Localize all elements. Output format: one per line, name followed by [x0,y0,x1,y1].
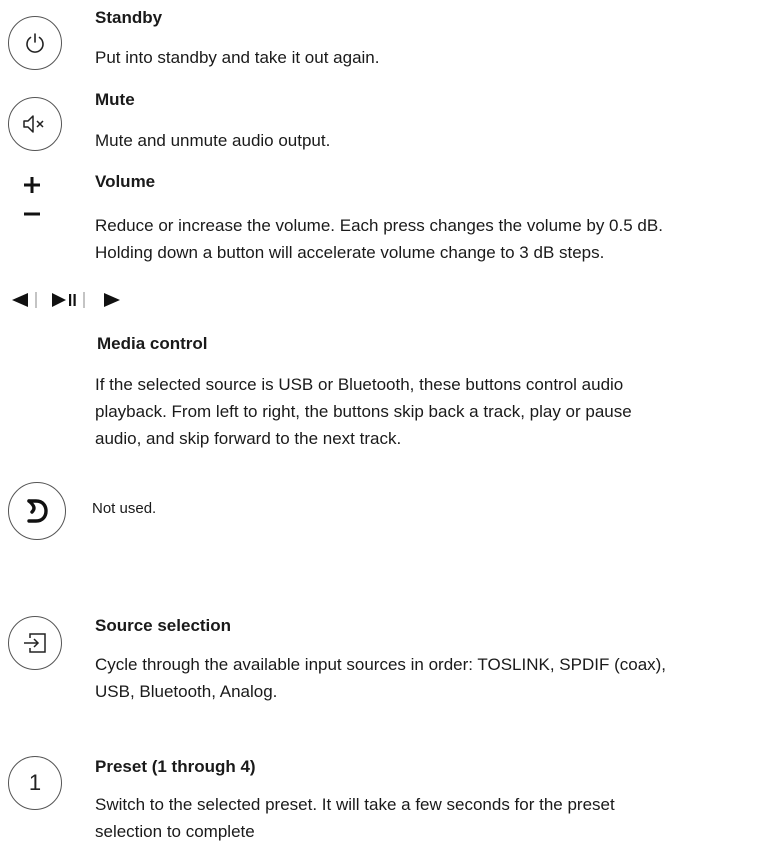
standby-heading: Standby [95,8,163,27]
remote-control-manual: Standby Put into standby and take it out… [0,0,774,850]
mute-description: Mute and unmute audio output. [95,131,331,150]
preset-line-1: Switch to the selected preset. It will t… [95,795,615,814]
plus-icon [24,177,40,193]
skip-forward-icon [104,293,120,307]
play-pause-icon [52,292,85,308]
unused-description: Not used. [92,500,157,517]
preset-button: 1 [8,756,62,810]
mute-button [8,97,62,151]
skip-back-icon [12,292,37,308]
minus-icon [24,212,40,216]
source-button [8,616,62,670]
volume-line-1: Reduce or increase the volume. Each pres… [95,216,663,235]
media-line-2: playback. From left to right, the button… [95,402,632,421]
dirac-logo-icon [27,499,48,523]
preset-heading: Preset (1 through 4) [95,757,256,776]
preset-digit: 1 [28,770,42,795]
volume-heading: Volume [95,172,156,191]
unused-button [8,482,66,540]
source-line-1: Cycle through the available input source… [95,655,667,674]
power-icon [26,33,44,53]
mute-heading: Mute [95,90,135,109]
volume-line-2: Holding down a button will accelerate vo… [95,243,605,262]
standby-description: Put into standby and take it out again. [95,48,380,67]
media-heading: Media control [97,334,208,353]
speaker-mute-icon [23,115,44,133]
source-line-2: USB, Bluetooth, Analog. [95,682,278,701]
media-line-1: If the selected source is USB or Bluetoo… [95,375,624,394]
source-heading: Source selection [95,616,232,635]
preset-line-2: selection to complete [95,822,255,841]
standby-button [8,16,62,70]
input-source-icon [24,633,46,653]
media-line-3: audio, and skip forward to the next trac… [95,429,402,448]
